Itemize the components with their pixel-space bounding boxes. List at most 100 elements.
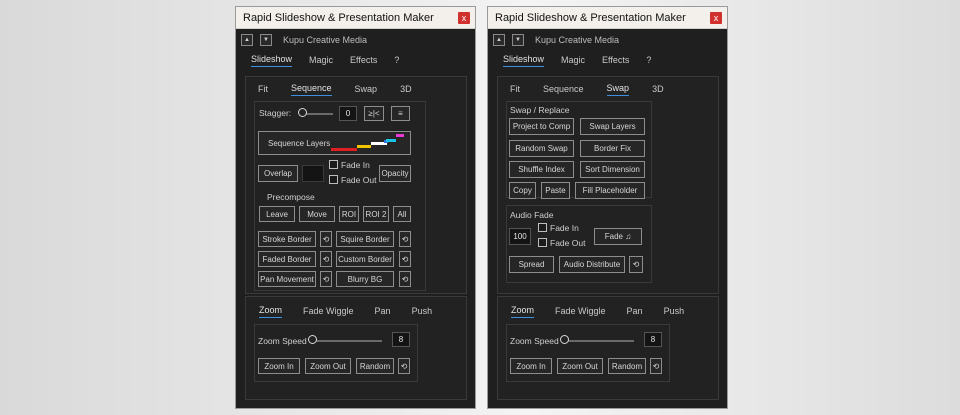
brand-bar: ▲ ▼ Kupu Creative Media bbox=[488, 30, 727, 50]
tab-swap[interactable]: Swap bbox=[355, 84, 378, 96]
collapse-up-button[interactable]: ▲ bbox=[493, 34, 505, 46]
collapse-up-button[interactable]: ▲ bbox=[241, 34, 253, 46]
stroke-border-button[interactable]: Stroke Border bbox=[258, 231, 316, 247]
precompose-move-button[interactable]: Move bbox=[299, 206, 335, 222]
random-button[interactable]: Random bbox=[608, 358, 646, 374]
swap-layers-button[interactable]: Swap Layers bbox=[580, 118, 645, 135]
precompose-roi2-button[interactable]: ROI 2 bbox=[363, 206, 389, 222]
custom-border-button[interactable]: Custom Border bbox=[336, 251, 394, 267]
zoom-speed-value-field[interactable]: 8 bbox=[392, 332, 410, 347]
sequence-layers-button[interactable]: Sequence Layers bbox=[258, 131, 411, 155]
stagger-slider-track[interactable] bbox=[303, 113, 333, 115]
squire-border-button[interactable]: Squire Border bbox=[336, 231, 394, 247]
window-title: Rapid Slideshow & Presentation Maker bbox=[243, 11, 434, 24]
audio-fade-value-field[interactable]: 100 bbox=[509, 228, 531, 245]
audio-fade-in-checkbox[interactable] bbox=[538, 223, 547, 232]
border-fix-button[interactable]: Border Fix bbox=[580, 140, 645, 157]
spread-button[interactable]: Spread bbox=[509, 256, 554, 273]
expand-down-button[interactable]: ▼ bbox=[260, 34, 272, 46]
zoom-speed-value-field[interactable]: 8 bbox=[644, 332, 662, 347]
tab-zoom[interactable]: Zoom bbox=[511, 305, 535, 318]
faded-border-button[interactable]: Faded Border bbox=[258, 251, 316, 267]
opacity-button[interactable]: Opacity bbox=[379, 165, 411, 182]
slideshow-panel: Fit Sequence Swap 3D Swap / Replace Proj… bbox=[497, 76, 719, 294]
stroke-border-reset-icon[interactable]: ⟲ bbox=[320, 231, 332, 247]
zoom-speed-label: Zoom Speed bbox=[510, 336, 559, 346]
zoom-speed-slider-knob[interactable] bbox=[560, 335, 569, 344]
paste-button[interactable]: Paste bbox=[541, 182, 570, 199]
window-title: Rapid Slideshow & Presentation Maker bbox=[495, 11, 686, 24]
tab-sequence[interactable]: Sequence bbox=[543, 84, 584, 96]
fade-in-checkbox[interactable] bbox=[329, 160, 338, 169]
zoom-in-button[interactable]: Zoom In bbox=[510, 358, 552, 374]
faded-border-reset-icon[interactable]: ⟲ bbox=[320, 251, 332, 267]
pan-movement-reset-icon[interactable]: ⟲ bbox=[320, 271, 332, 287]
tab-push[interactable]: Push bbox=[412, 306, 433, 318]
tab-magic[interactable]: Magic bbox=[561, 55, 585, 67]
tab-swap[interactable]: Swap bbox=[606, 83, 630, 96]
sequence-bar-red bbox=[331, 148, 357, 151]
blurry-bg-button[interactable]: Blurry BG bbox=[336, 271, 394, 287]
close-button[interactable]: x bbox=[458, 12, 470, 24]
precompose-leave-button[interactable]: Leave bbox=[259, 206, 295, 222]
overlap-button[interactable]: Overlap bbox=[258, 165, 298, 182]
stagger-reverse-button[interactable]: ≥|< bbox=[364, 106, 384, 121]
titlebar[interactable]: Rapid Slideshow & Presentation Maker x bbox=[488, 7, 727, 29]
zoom-speed-slider-knob[interactable] bbox=[308, 335, 317, 344]
tab-effects[interactable]: Effects bbox=[602, 55, 629, 67]
zoom-reset-icon[interactable]: ⟲ bbox=[398, 358, 410, 374]
tab-fade-wiggle[interactable]: Fade Wiggle bbox=[555, 306, 606, 318]
project-to-comp-button[interactable]: Project to Comp bbox=[509, 118, 574, 135]
copy-button[interactable]: Copy bbox=[509, 182, 536, 199]
tab-zoom[interactable]: Zoom bbox=[259, 305, 283, 318]
fill-placeholder-button[interactable]: Fill Placeholder bbox=[575, 182, 645, 199]
tab-fit[interactable]: Fit bbox=[258, 84, 268, 96]
expand-down-button[interactable]: ▼ bbox=[512, 34, 524, 46]
shuffle-index-button[interactable]: Shuffle Index bbox=[509, 161, 574, 178]
tab-magic[interactable]: Magic bbox=[309, 55, 333, 67]
audio-fade-button[interactable]: Fade ♫ bbox=[594, 228, 642, 245]
precompose-roi-button[interactable]: ROI bbox=[339, 206, 359, 222]
tab-help[interactable]: ? bbox=[394, 55, 399, 67]
titlebar[interactable]: Rapid Slideshow & Presentation Maker x bbox=[236, 7, 475, 29]
zoom-out-button[interactable]: Zoom Out bbox=[305, 358, 351, 374]
zoom-in-button[interactable]: Zoom In bbox=[258, 358, 300, 374]
audio-reset-icon[interactable]: ⟲ bbox=[629, 256, 643, 273]
tab-pan[interactable]: Pan bbox=[375, 306, 391, 318]
audio-fade-out-checkbox[interactable] bbox=[538, 238, 547, 247]
tab-slideshow[interactable]: Slideshow bbox=[251, 54, 293, 67]
tab-slideshow[interactable]: Slideshow bbox=[503, 54, 545, 67]
pan-movement-button[interactable]: Pan Movement bbox=[258, 271, 316, 287]
sequence-bar-magenta bbox=[396, 134, 404, 137]
blurry-bg-reset-icon[interactable]: ⟲ bbox=[399, 271, 411, 287]
stagger-slider-knob[interactable] bbox=[298, 108, 307, 117]
close-button[interactable]: x bbox=[710, 12, 722, 24]
random-swap-button[interactable]: Random Swap bbox=[509, 140, 574, 157]
zoom-speed-slider-track[interactable] bbox=[564, 340, 634, 342]
stagger-value-field[interactable]: 0 bbox=[339, 106, 357, 121]
random-button[interactable]: Random bbox=[356, 358, 394, 374]
precompose-all-button[interactable]: All bbox=[393, 206, 411, 222]
zoom-panel: Zoom Fade Wiggle Pan Push Zoom Speed 8 Z… bbox=[245, 296, 467, 400]
audio-fade-in-label: Fade In bbox=[550, 223, 579, 233]
tab-pan[interactable]: Pan bbox=[627, 306, 643, 318]
tab-effects[interactable]: Effects bbox=[350, 55, 377, 67]
zoom-out-button[interactable]: Zoom Out bbox=[557, 358, 603, 374]
zoom-speed-slider-track[interactable] bbox=[312, 340, 382, 342]
tab-sequence[interactable]: Sequence bbox=[291, 83, 332, 96]
tab-fade-wiggle[interactable]: Fade Wiggle bbox=[303, 306, 354, 318]
tab-3d[interactable]: 3D bbox=[652, 84, 664, 96]
audio-distribute-button[interactable]: Audio Distribute bbox=[559, 256, 625, 273]
tab-fit[interactable]: Fit bbox=[510, 84, 520, 96]
fade-out-checkbox[interactable] bbox=[329, 175, 338, 184]
sort-dimension-button[interactable]: Sort Dimension bbox=[580, 161, 645, 178]
window-swap: Rapid Slideshow & Presentation Maker x ▲… bbox=[487, 6, 728, 409]
fade-in-label: Fade In bbox=[341, 160, 370, 170]
zoom-reset-icon[interactable]: ⟲ bbox=[650, 358, 662, 374]
tab-3d[interactable]: 3D bbox=[400, 84, 412, 96]
tab-push[interactable]: Push bbox=[664, 306, 685, 318]
stagger-align-button[interactable]: ≡ bbox=[391, 106, 410, 121]
squire-border-reset-icon[interactable]: ⟲ bbox=[399, 231, 411, 247]
custom-border-reset-icon[interactable]: ⟲ bbox=[399, 251, 411, 267]
tab-help[interactable]: ? bbox=[646, 55, 651, 67]
